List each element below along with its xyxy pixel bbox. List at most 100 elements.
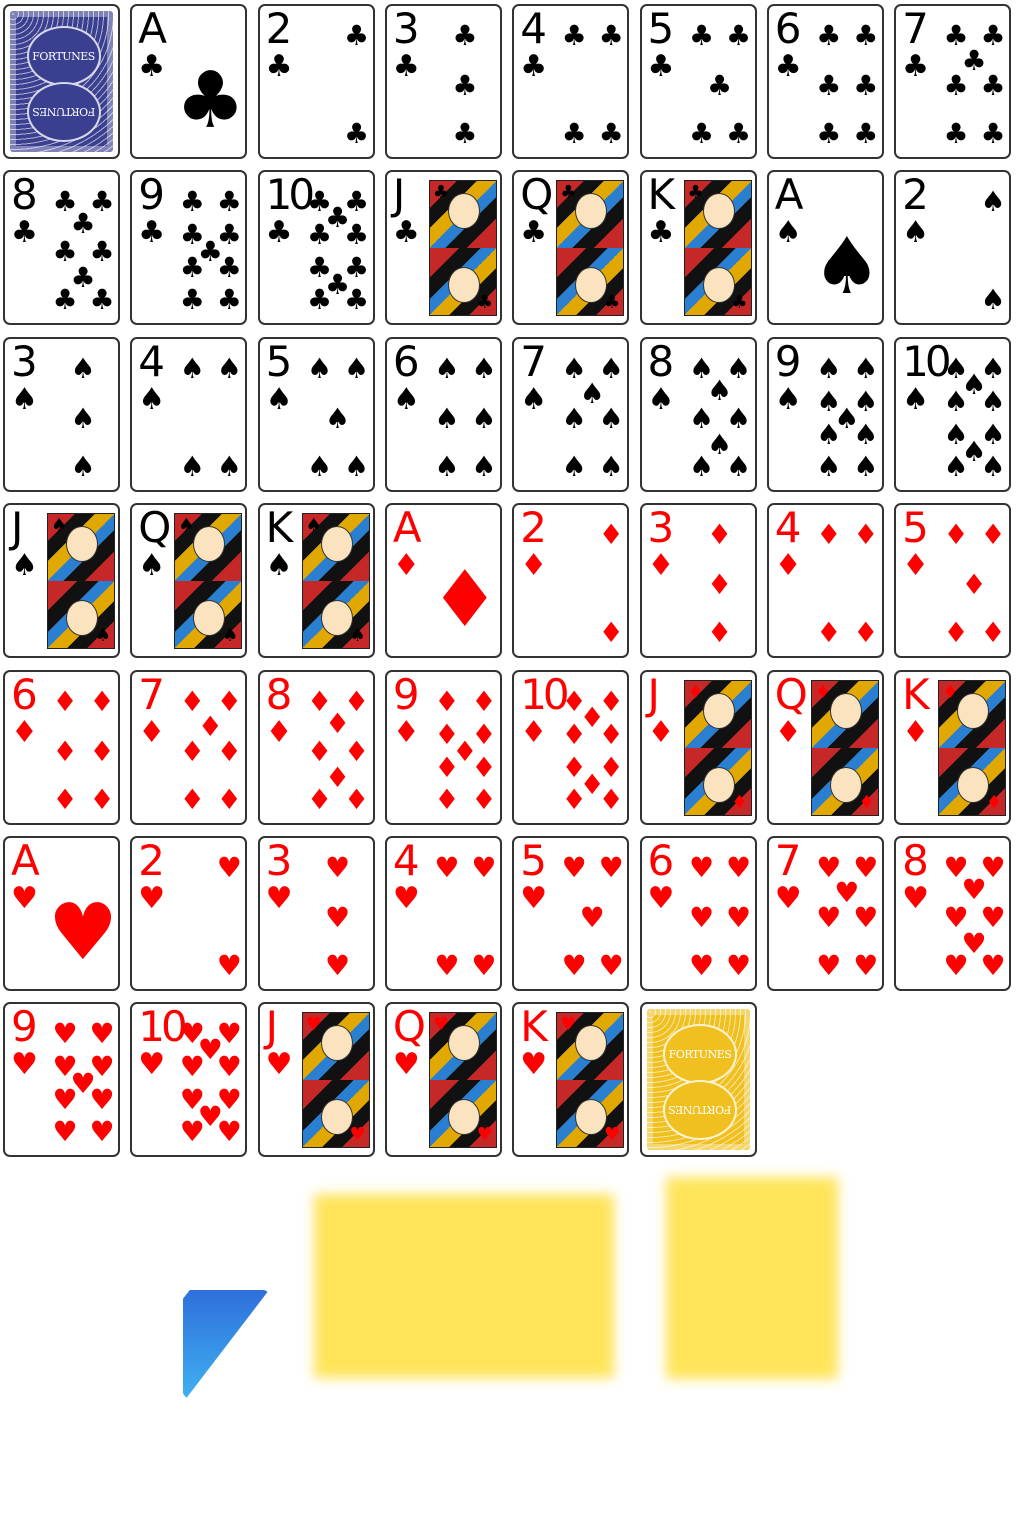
card-face-artwork: ♦ ♦ — [810, 679, 879, 816]
card-pip-icon: ♠ — [434, 351, 460, 385]
card-back-label: FORTUNES — [668, 1103, 732, 1117]
card-pip-icon: ♥ — [816, 901, 842, 934]
card-index-suit-icon: ♥ — [647, 881, 675, 916]
card-pip-icon: ♦ — [344, 782, 370, 816]
card-5-of-♥: 5 ♥ ♥ ♥ ♥ ♥ ♥ — [512, 836, 630, 991]
card-index-suit-icon: ♠ — [11, 381, 38, 417]
card-pip-icon: ♥ — [325, 949, 351, 982]
card-3-of-♣: 3 ♣ ♣ ♣ ♣ — [384, 4, 502, 159]
card-rank: 9 — [138, 170, 165, 220]
card-pip-icon: ♠ — [434, 401, 460, 435]
face-head-mirrored — [447, 1099, 480, 1136]
face-head — [320, 1025, 353, 1062]
card-rank: 6 — [774, 4, 802, 53]
card-pip-icon: ♠ — [471, 351, 497, 385]
yellow-blurred-rect-right — [666, 1177, 838, 1379]
card-pip-icon: ♣ — [344, 19, 370, 52]
card-pip-icon: ♦ — [598, 616, 624, 650]
card-pip-icon: ♣ — [853, 19, 879, 52]
card-rank: 3 — [392, 4, 420, 53]
face-head — [702, 193, 735, 230]
card-pip-icon: ♥ — [688, 851, 715, 884]
card-pip-icon: ♠ — [598, 449, 624, 483]
face-corner-suit-icon: ♣ — [432, 182, 450, 204]
card-ace-pip-icon: ♥ — [48, 888, 118, 978]
card-5-of-♠: 5 ♠ ♠ ♠ ♠ ♠ ♠ — [257, 336, 375, 492]
card-pip-icon: ♦ — [89, 734, 115, 768]
card-pip-icon: ♦ — [216, 782, 242, 816]
card-pip-icon: ♠ — [307, 351, 333, 385]
card-pip-icon: ♣ — [70, 207, 96, 241]
card-pip-icon: ♣ — [216, 283, 242, 317]
card-7-of-♦: 7 ♦ ♦ ♦ ♦ ♦ ♦ ♦ ♦ — [130, 669, 248, 825]
face-corner-suit-icon: ♥ — [432, 1014, 450, 1036]
card-back-emblem: FORTUNES — [663, 1080, 737, 1141]
card-pip-icon: ♦ — [598, 782, 624, 816]
card-pip-icon: ♣ — [853, 117, 879, 150]
card-6-of-♦: 6 ♦ ♦ ♦ ♦ ♦ ♦ ♦ — [3, 669, 120, 825]
card-pip-icon: ♥ — [216, 949, 242, 982]
card-rank: Q — [520, 170, 553, 220]
card-pip-icon: ♣ — [179, 251, 205, 285]
card-pip-icon: ♣ — [943, 117, 969, 150]
card-rank: 3 — [11, 336, 38, 386]
card-rank: 7 — [138, 669, 165, 719]
card-pip-icon: ♠ — [216, 351, 242, 385]
face-head-mirrored — [829, 766, 862, 803]
card-rank: A — [11, 836, 40, 885]
card-rank: 10 — [138, 1002, 187, 1052]
card-pip-icon: ♦ — [307, 782, 333, 816]
card-2-of-♦: 2 ♦ ♦ ♦ — [512, 503, 630, 659]
card-pip-icon: ♠ — [216, 449, 242, 483]
card-index-suit-icon: ♣ — [265, 49, 293, 84]
card-index-suit-icon: ♠ — [902, 215, 929, 251]
face-head — [66, 526, 98, 563]
card-pip-icon: ♥ — [579, 901, 605, 934]
card-index-suit-icon: ♠ — [138, 548, 166, 584]
face-corner-suit-icon: ♠ — [349, 625, 366, 647]
card-K-of-♣: K ♣ ♣ ♣ — [639, 170, 757, 326]
card-pip-icon: ♠ — [70, 351, 96, 385]
card-pip-icon: ♦ — [52, 782, 78, 816]
card-index-suit-icon: ♦ — [647, 714, 675, 750]
card-index-suit-icon: ♦ — [520, 714, 548, 750]
card-face-artwork: ♣ ♣ — [556, 180, 625, 317]
card-index-suit-icon: ♣ — [138, 215, 166, 251]
card-rank: 5 — [647, 4, 675, 53]
face-head-mirrored — [66, 600, 98, 637]
blue-triangle-shape — [183, 1290, 269, 1398]
card-index-suit-icon: ♥ — [392, 1047, 420, 1083]
card-rank: 2 — [902, 170, 929, 220]
card-Q-of-♠: Q ♠ ♠ ♠ — [130, 503, 248, 659]
card-10-of-♦: 10 ♦ ♦ ♦ ♦ ♦ ♦ ♦ ♦ ♦ ♦ ♦ — [512, 669, 630, 825]
card-pip-icon: ♣ — [216, 251, 242, 285]
face-head — [957, 692, 990, 729]
face-corner-suit-icon: ♠ — [222, 625, 239, 647]
card-pip-icon: ♥ — [89, 1017, 115, 1051]
card-rank: 7 — [774, 836, 802, 885]
card-rank: 8 — [11, 170, 38, 220]
card-7-of-♥: 7 ♥ ♥ ♥ ♥ ♥ ♥ ♥ ♥ — [766, 836, 884, 991]
card-rank: J — [647, 669, 661, 719]
card-pip-icon: ♣ — [725, 19, 752, 52]
card-pip-icon: ♣ — [344, 218, 370, 252]
card-index-suit-icon: ♦ — [392, 548, 420, 584]
card-back-gold: FORTUNES FORTUNES — [639, 1002, 757, 1158]
face-corner-suit-icon: ♠ — [94, 625, 111, 647]
card-4-of-♦: 4 ♦ ♦ ♦ ♦ ♦ — [766, 503, 884, 659]
card-pip-icon: ♥ — [216, 1050, 242, 1084]
card-4-of-♥: 4 ♥ ♥ ♥ ♥ ♥ — [384, 836, 502, 991]
card-pip-icon: ♦ — [471, 750, 497, 784]
face-head-mirrored — [447, 267, 480, 304]
card-9-of-♥: 9 ♥ ♥ ♥ ♥ ♥ ♥ ♥ ♥ ♥ ♥ — [3, 1002, 120, 1158]
card-pip-icon: ♠ — [943, 384, 969, 418]
card-J-of-♠: J ♠ ♠ ♠ — [3, 503, 120, 659]
card-pip-icon: ♠ — [943, 449, 969, 483]
card-pip-icon: ♠ — [816, 351, 842, 385]
card-face-artwork: ♦ ♦ — [683, 679, 752, 816]
card-pip-icon: ♦ — [706, 616, 733, 650]
card-pip-icon: ♠ — [344, 449, 370, 483]
card-A-of-♥: A ♥ ♥ — [3, 836, 120, 991]
card-pip-icon: ♦ — [816, 616, 842, 650]
card-pip-icon: ♠ — [725, 449, 752, 483]
